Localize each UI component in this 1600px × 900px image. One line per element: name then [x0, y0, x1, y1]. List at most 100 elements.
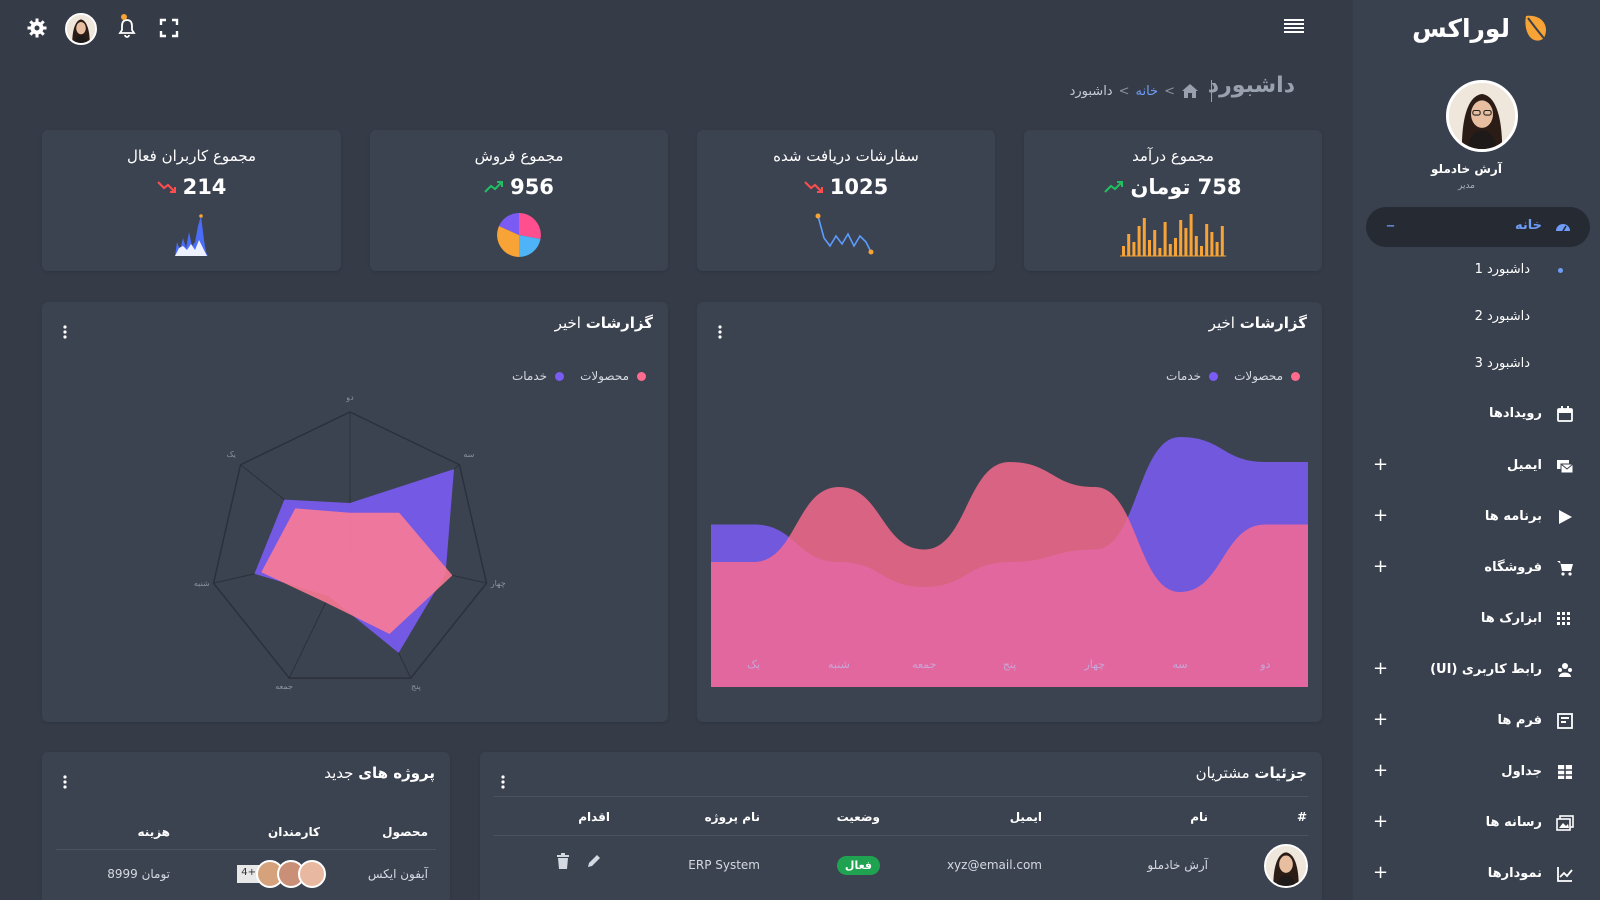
new-projects-card: پروژه های جدید محصول کارمندان هزینه آیفو…: [42, 752, 450, 900]
column-header-email: ایمیل: [1009, 810, 1042, 824]
spark-bar: [1122, 246, 1125, 256]
users-sparkarea: [175, 214, 208, 256]
radar-axis-label: دو: [345, 393, 354, 402]
sidebar-item-media[interactable]: رسانه ها +: [1353, 807, 1600, 841]
stat-card-revenue: مجموع درآمد 758 تومان: [1024, 130, 1322, 271]
stat-card-active-users: مجموع کاربران فعال 214: [42, 130, 341, 271]
expand-plus-icon[interactable]: +: [1373, 760, 1388, 781]
stat-value: 1025: [697, 175, 995, 199]
spark-bar: [1210, 232, 1214, 256]
sidebar-item-shop[interactable]: فروشگاه +: [1353, 552, 1600, 586]
brand[interactable]: لوراکس: [1412, 10, 1550, 46]
sidebar-item-label: فرم ها: [1497, 713, 1542, 728]
person-avatar-icon: [1449, 83, 1515, 149]
kebab-menu-icon[interactable]: [62, 324, 68, 340]
spark-bar: [1168, 244, 1172, 256]
expand-plus-icon[interactable]: +: [1373, 556, 1388, 577]
breadcrumb-separator: >: [1118, 83, 1130, 99]
breadcrumb-separator: >: [1164, 83, 1175, 99]
sidebar-item-ui[interactable]: رابط کاربری (UI) +: [1353, 654, 1600, 688]
staff-avatar-group[interactable]: 4+: [237, 860, 326, 888]
sidebar-item-widgets[interactable]: ابزارک ها: [1353, 603, 1600, 637]
page-title: داشبورد: [1207, 73, 1295, 98]
x-tick-label: یک: [747, 658, 760, 671]
sidebar-item-label: رویدادها: [1489, 406, 1542, 421]
expand-plus-icon[interactable]: +: [1373, 709, 1388, 730]
chart-legend: محصولات خدمات: [1166, 369, 1300, 383]
radar-axis-label: شنبه: [194, 579, 210, 588]
gear-icon[interactable]: [27, 18, 47, 38]
trend-down-icon: [156, 181, 176, 193]
legend-item-services[interactable]: خدمات: [512, 369, 565, 383]
sidebar-item-apps[interactable]: برنامه ها +: [1353, 501, 1600, 535]
collapse-toggle[interactable]: –: [1386, 215, 1395, 236]
card-title-bold: گزارشات: [1239, 314, 1307, 332]
sidebar-item-email[interactable]: ایمیل +: [1353, 450, 1600, 484]
sidebar-subitem-dashboard-2[interactable]: داشبورد 2: [1475, 309, 1530, 324]
radar-chart: دو سه چهار پنج جمعه شنبه یک: [194, 393, 506, 691]
line-chart-icon: [1557, 867, 1573, 882]
leaf-logo-icon: [1525, 15, 1549, 44]
sidebar-item-tables[interactable]: جداول +: [1353, 756, 1600, 790]
sidebar-item-charts[interactable]: نمودارها +: [1353, 858, 1600, 892]
breadcrumb-home-link[interactable]: خانه: [1136, 84, 1159, 99]
radar-axis-label: چهار: [490, 579, 506, 588]
bell-icon[interactable]: [117, 18, 137, 38]
person-avatar-icon: [67, 15, 95, 43]
legend-item-services[interactable]: خدمات: [1166, 369, 1219, 383]
legend-item-products[interactable]: محصولات: [580, 369, 646, 383]
cell-name: آرش خادملو: [1147, 858, 1208, 872]
stat-value: 214: [42, 175, 341, 199]
ui-puzzle-icon: [1558, 663, 1572, 677]
trend-up-icon: [484, 181, 504, 193]
expand-plus-icon[interactable]: +: [1373, 811, 1388, 832]
home-icon[interactable]: [1181, 83, 1199, 99]
legend-dot: [637, 371, 646, 381]
sidebar-subitem-dashboard-1[interactable]: داشبورد 1: [1475, 262, 1530, 277]
sidebar-item-label: فروشگاه: [1484, 560, 1542, 575]
area-chart: دو سه چهار پنج جمعه شنبه یک: [711, 402, 1308, 687]
profile-avatar[interactable]: [1446, 80, 1518, 152]
expand-plus-icon[interactable]: +: [1373, 862, 1388, 883]
stat-number: 214: [182, 175, 227, 199]
card-title: گزارشات اخیر: [555, 314, 653, 332]
cell-project: ERP System: [688, 858, 760, 872]
trash-icon[interactable]: [556, 853, 570, 869]
spark-bar: [1220, 226, 1224, 256]
expand-plus-icon[interactable]: +: [1373, 454, 1388, 475]
spark-bar: [1137, 226, 1141, 256]
divider: [56, 849, 436, 850]
fullscreen-icon[interactable]: [159, 18, 179, 38]
user-avatar[interactable]: [65, 13, 97, 45]
sidebar-item-events[interactable]: رویدادها: [1353, 398, 1600, 432]
sidebar: لوراکس آرش خادملو مدیر خانه – داشبورد 1 …: [1353, 0, 1600, 900]
dashboard-icon: [1556, 224, 1570, 232]
spark-bar: [1205, 224, 1209, 256]
expand-plus-icon[interactable]: +: [1373, 505, 1388, 526]
sidebar-item-home[interactable]: خانه –: [1366, 207, 1590, 247]
legend-item-products[interactable]: محصولات: [1234, 369, 1300, 383]
legend-label: محصولات: [580, 369, 629, 383]
column-header-action: اقدام: [578, 810, 610, 824]
kebab-menu-icon[interactable]: [717, 324, 723, 340]
stat-card-sales: مجموع فروش 956: [370, 130, 668, 271]
cell-cost: 8999 تومان: [107, 867, 170, 881]
hamburger-menu-icon[interactable]: [1284, 18, 1304, 34]
card-title: جزئیات مشتریان: [1196, 764, 1307, 782]
sidebar-item-label: ابزارک ها: [1480, 611, 1542, 626]
kebab-menu-icon[interactable]: [62, 774, 68, 790]
edit-pencil-icon[interactable]: [586, 853, 602, 869]
sidebar-subitem-dashboard-3[interactable]: داشبورد 3: [1475, 356, 1530, 371]
grid-dots-icon: [1557, 612, 1570, 625]
card-title-bold: گزارشات: [585, 314, 653, 332]
form-icon: [1557, 713, 1573, 729]
expand-plus-icon[interactable]: +: [1373, 658, 1388, 679]
active-dot: [1558, 268, 1563, 273]
spark-bar: [1184, 228, 1188, 256]
sales-pie: [497, 213, 541, 257]
kebab-menu-icon[interactable]: [500, 774, 506, 790]
sidebar-item-forms[interactable]: فرم ها +: [1353, 705, 1600, 739]
card-title-rest: اخیر: [554, 314, 581, 332]
sidebar-item-label: برنامه ها: [1484, 509, 1542, 524]
avatar: [298, 860, 326, 888]
